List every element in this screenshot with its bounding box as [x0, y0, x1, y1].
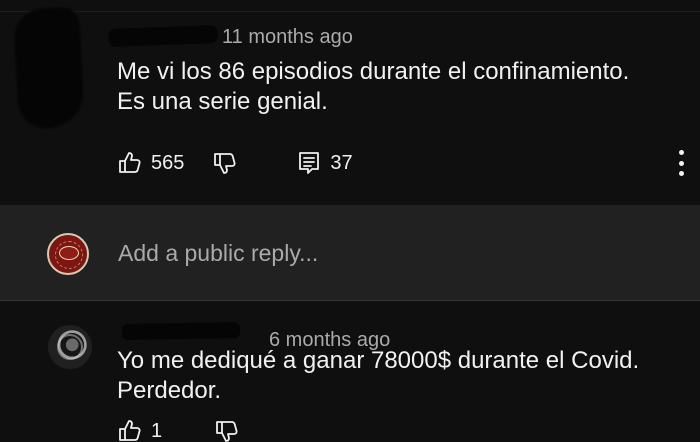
- reply-input-placeholder[interactable]: Add a public reply...: [118, 240, 318, 267]
- comment-reply-icon[interactable]: [296, 150, 322, 176]
- redacted-author-name: [121, 321, 241, 341]
- comment-item: 6 months ago Yo me dediqué a ganar 78000…: [0, 301, 700, 442]
- comment-actions: 565 37: [117, 150, 687, 176]
- menu-dot: [678, 150, 684, 155]
- thumbs-up-icon[interactable]: [117, 418, 143, 442]
- redacted-author-name: [107, 25, 219, 47]
- redacted-avatar: [12, 6, 86, 130]
- comment-text: Me vi los 86 episodios durante el confin…: [117, 58, 630, 115]
- comment-timestamp: 11 months ago: [222, 26, 353, 48]
- like-count: 1: [151, 419, 163, 442]
- comment-thread: 11 months ago Me vi los 86 episodios dur…: [0, 0, 700, 442]
- thumbs-down-icon[interactable]: [212, 150, 238, 176]
- menu-dot: [678, 171, 684, 176]
- avatar: [48, 325, 92, 369]
- comment-text: Yo me dediqué a ganar 78000$ durante el …: [117, 347, 640, 404]
- channel-avatar: [47, 233, 89, 275]
- reply-composer[interactable]: Add a public reply...: [0, 205, 700, 301]
- comment-item: 11 months ago Me vi los 86 episodios dur…: [0, 0, 700, 205]
- top-divider: [0, 11, 700, 12]
- thumbs-down-icon[interactable]: [214, 418, 240, 442]
- more-vertical-icon[interactable]: [677, 150, 685, 176]
- menu-dot: [678, 160, 684, 166]
- comment-actions: 1: [117, 418, 367, 442]
- thumbs-up-icon[interactable]: [117, 150, 143, 176]
- reply-count[interactable]: 37: [330, 152, 352, 175]
- like-count: 565: [151, 151, 185, 174]
